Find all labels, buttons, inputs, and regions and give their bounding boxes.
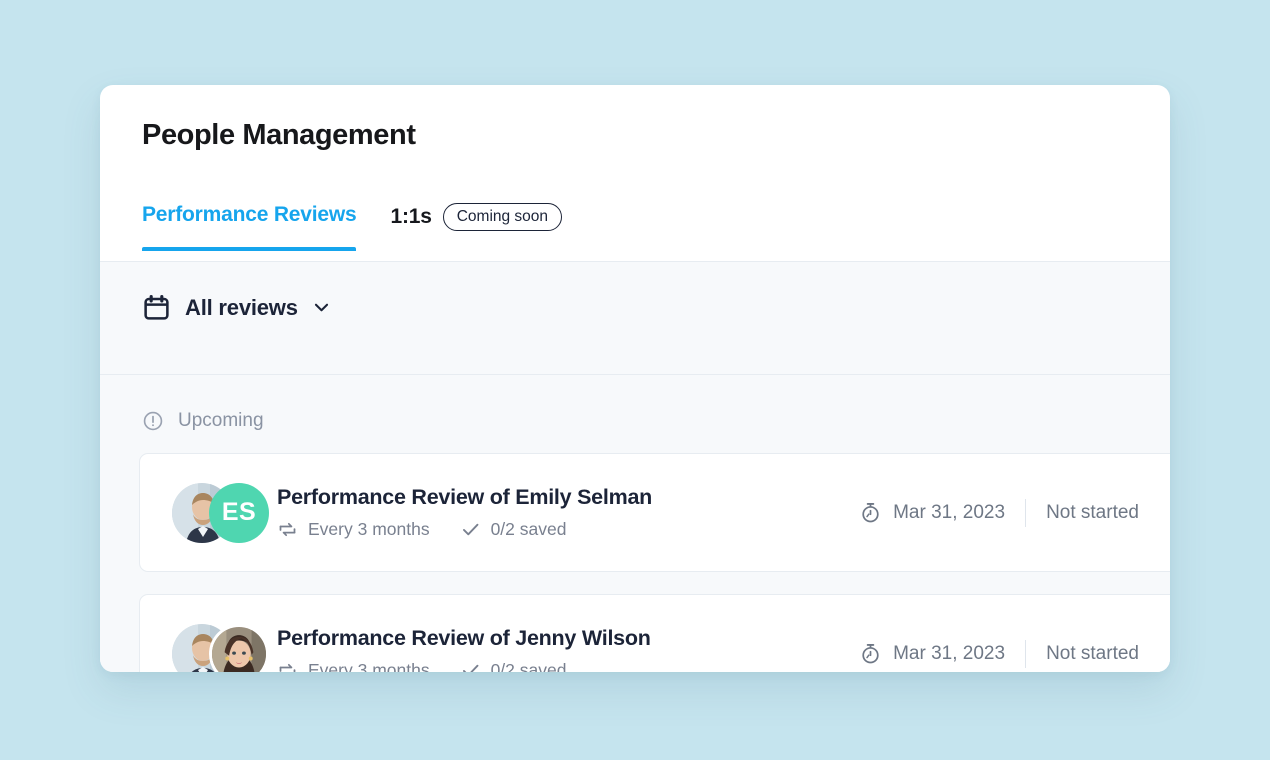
calendar-icon	[142, 293, 171, 322]
review-row-right: Mar 31, 2023 Not started	[859, 498, 1157, 527]
review-meta: Every 3 months 0/2 saved	[277, 660, 651, 672]
review-due: Mar 31, 2023	[859, 642, 1005, 665]
review-recurrence: Every 3 months	[277, 519, 430, 540]
review-recurrence-label: Every 3 months	[308, 519, 430, 539]
check-icon	[460, 660, 481, 672]
review-saved-label: 0/2 saved	[490, 660, 567, 672]
avatar-initials-front: ES	[209, 482, 269, 543]
reviews-panel: All reviews Upcoming ES Performance Revi…	[100, 262, 1170, 672]
status-badge: Not started	[1046, 501, 1139, 523]
alert-circle-icon	[142, 410, 164, 432]
tab-active-underline	[142, 247, 357, 251]
avatar-photo-front	[209, 623, 269, 672]
chevron-down-icon	[312, 298, 331, 317]
review-row[interactable]: Performance Review of Jenny Wilson Every…	[139, 594, 1170, 672]
tab-performance-reviews[interactable]: Performance Reviews	[142, 195, 357, 251]
repeat-icon	[277, 660, 298, 672]
all-reviews-filter[interactable]: All reviews	[142, 293, 331, 322]
review-saved: 0/2 saved	[460, 660, 567, 672]
review-saved: 0/2 saved	[460, 519, 567, 540]
avatar-group: ES	[172, 482, 269, 543]
tab-performance-reviews-label: Performance Reviews	[142, 203, 357, 226]
review-title: Performance Review of Emily Selman	[277, 485, 653, 509]
screen: People Management Performance Reviews 1:…	[0, 0, 1270, 760]
review-due-date: Mar 31, 2023	[893, 642, 1006, 664]
review-row-main: Performance Review of Jenny Wilson Every…	[277, 626, 651, 672]
review-row-main: Performance Review of Emily Selman Every…	[277, 485, 652, 540]
review-meta: Every 3 months 0/2 saved	[277, 519, 652, 540]
filter-bar: All reviews	[100, 262, 1170, 375]
review-due: Mar 31, 2023	[859, 501, 1005, 524]
avatar-initials-text: ES	[209, 482, 269, 543]
row-divider	[1025, 498, 1027, 527]
section-heading-upcoming: Upcoming	[142, 410, 264, 432]
tab-bar: Performance Reviews 1:1s Coming soon	[100, 195, 1170, 262]
review-list: ES Performance Review of Emily Selman Ev…	[139, 453, 1170, 672]
row-divider	[1025, 639, 1027, 668]
coming-soon-badge: Coming soon	[442, 203, 563, 231]
review-due-date: Mar 31, 2023	[893, 501, 1006, 523]
avatar-group	[172, 623, 269, 672]
review-recurrence-label: Every 3 months	[308, 660, 430, 672]
review-row[interactable]: ES Performance Review of Emily Selman Ev…	[139, 453, 1170, 572]
review-title: Performance Review of Jenny Wilson	[277, 626, 651, 650]
review-saved-label: 0/2 saved	[490, 519, 567, 539]
people-management-window: People Management Performance Reviews 1:…	[100, 85, 1170, 672]
page-title: People Management	[142, 119, 416, 151]
stopwatch-icon	[859, 501, 882, 524]
check-icon	[460, 519, 481, 540]
section-heading-label: Upcoming	[178, 410, 264, 431]
tab-one-on-ones[interactable]: 1:1s Coming soon	[390, 195, 563, 255]
stopwatch-icon	[859, 642, 882, 665]
status-badge: Not started	[1046, 642, 1139, 664]
tab-list: Performance Reviews 1:1s Coming soon	[142, 195, 563, 255]
review-recurrence: Every 3 months	[277, 660, 430, 672]
review-row-right: Mar 31, 2023 Not started	[859, 639, 1157, 668]
all-reviews-filter-label: All reviews	[185, 294, 298, 320]
repeat-icon	[277, 519, 298, 540]
tab-one-on-ones-label: 1:1s	[390, 205, 432, 228]
